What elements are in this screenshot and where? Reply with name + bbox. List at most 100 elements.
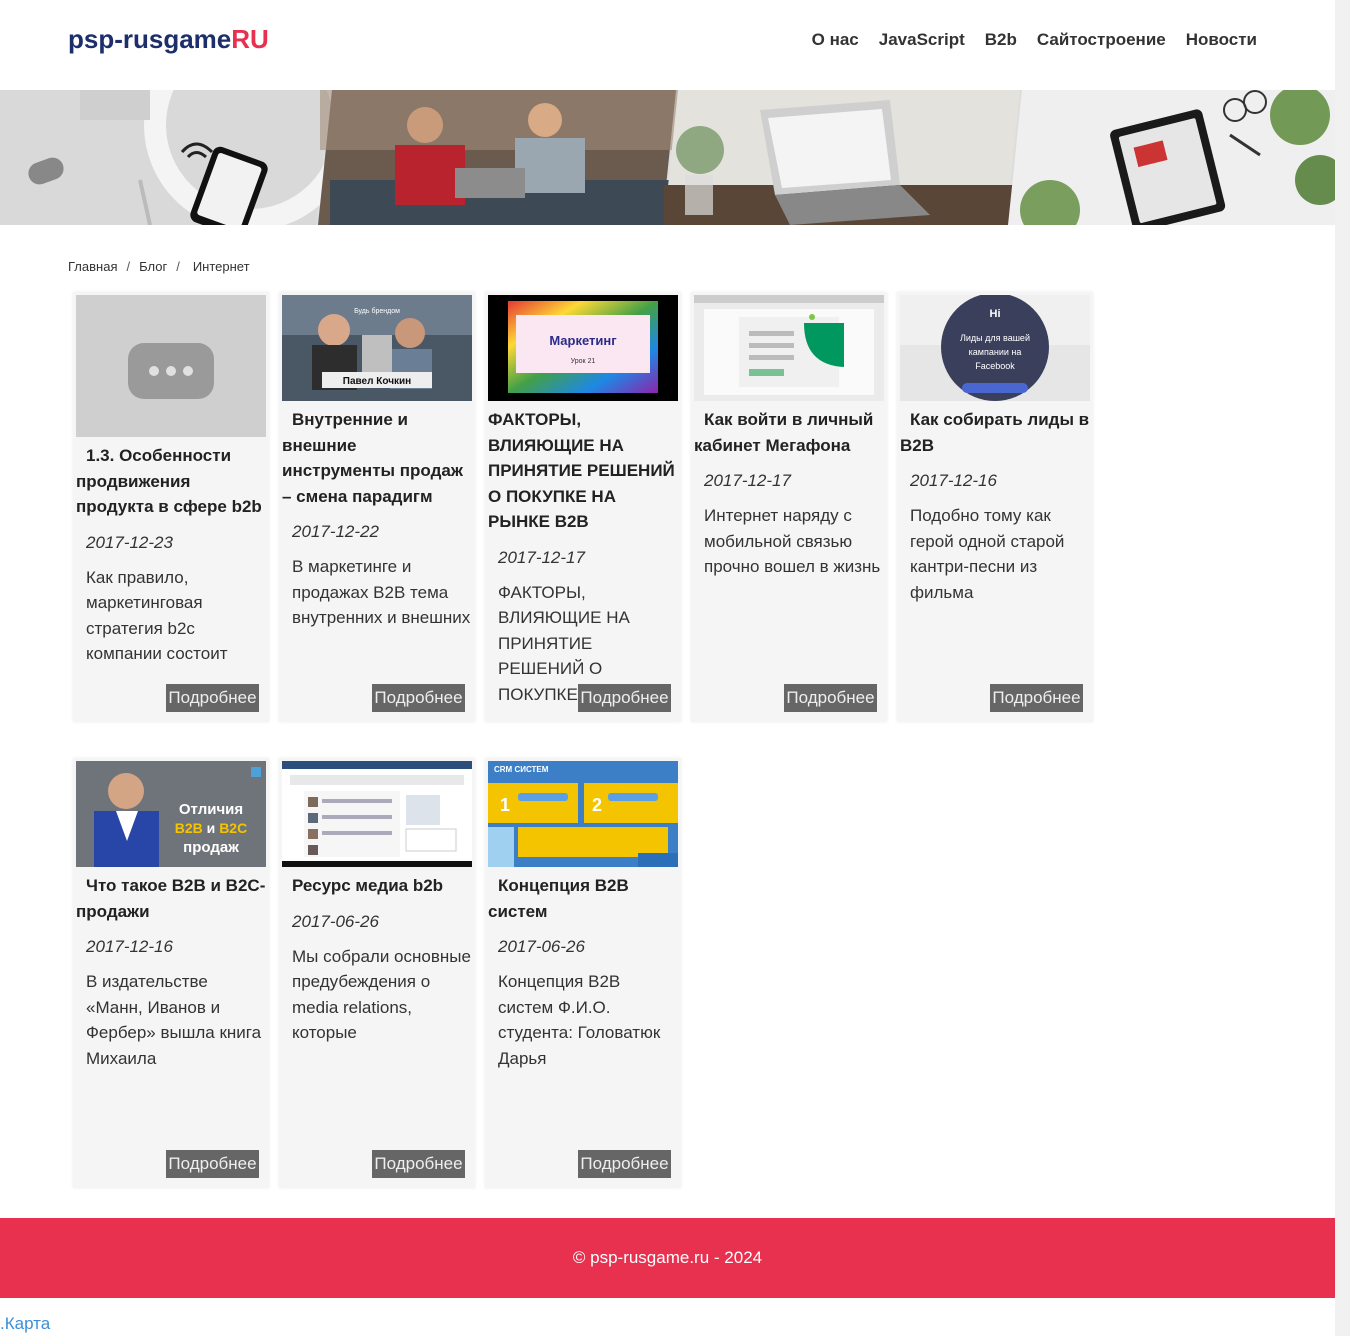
read-more-button[interactable]: Подробнее [372,1150,465,1178]
card-thumbnail[interactable]: Будь брендом Павел Кочкин [282,295,472,401]
main-nav: О нас JavaScript B2b Сайтостроение Новос… [812,30,1257,50]
card-thumbnail[interactable]: Hi Лиды для вашей кампании на Facebook [900,295,1090,401]
thumb-line: продаж [183,839,239,856]
card-excerpt: Интернет наряду с мобильной связью прочн… [704,506,881,576]
article-card: Hi Лиды для вашей кампании на Facebook К… [897,292,1093,722]
read-more-button[interactable]: Подробнее [166,1150,259,1178]
breadcrumb: Главная / Блог / Интернет [68,259,250,274]
card-title[interactable]: Как войти в личный кабинет Мегафона [694,407,884,458]
card-body: Как войти в личный кабинет Мегафона 2017… [694,407,884,682]
nav-item-about[interactable]: О нас [812,30,859,50]
thumb-number: 2 [592,795,602,815]
card-date: 2017-06-26 [498,937,585,956]
card-date: 2017-12-22 [292,522,379,541]
card-thumbnail[interactable] [694,295,884,401]
card-image: Hi Лиды для вашей кампании на Facebook [900,295,1090,401]
thumb-subtitle: Урок 21 [571,358,596,365]
read-more-button[interactable]: Подробнее [372,684,465,712]
breadcrumb-current: Интернет [192,259,250,274]
read-more-button[interactable]: Подробнее [990,684,1083,712]
thumb-title: Маркетинг [549,333,617,348]
nav-item-javascript[interactable]: JavaScript [879,30,965,50]
logo-main: psp-rusgame [68,24,232,54]
read-more-button[interactable]: Подробнее [166,684,259,712]
banner-image [0,90,1335,225]
nav-item-news[interactable]: Новости [1186,30,1257,50]
thumb-and: и [203,820,219,836]
card-image [694,295,884,401]
card-thumbnail[interactable] [76,295,266,437]
article-card: 1.3. Особенности продвижения продукта в … [73,292,269,722]
thumb-name: Павел Кочкин [343,376,411,387]
card-excerpt: Мы собрали основные предубеждения о medi… [292,946,471,1043]
card-body: 1.3. Особенности продвижения продукта в … [76,443,266,694]
card-excerpt: В маркетинге и продажах B2B тема внутрен… [292,557,471,627]
article-card: Как войти в личный кабинет Мегафона 2017… [691,292,887,722]
thumb-line: кампании на [969,347,1022,357]
article-card: Ресурс медиа b2b 2017-06-26 Мы собрали о… [279,758,475,1188]
thumb-line: Facebook [975,361,1015,371]
card-title[interactable]: Как собирать лиды в B2B [900,407,1090,458]
breadcrumb-blog[interactable]: Блог [139,259,167,274]
card-thumbnail[interactable]: Маркетинг Урок 21 [488,295,678,401]
thumb-number: 1 [500,795,510,815]
read-more-button[interactable]: Подробнее [578,684,671,712]
site-footer: © psp-rusgame.ru - 2024 [0,1218,1335,1298]
thumb-b2c: B2C [219,820,247,836]
svg-text:B2B и B2C: B2B и B2C [175,820,247,836]
card-thumbnail[interactable] [282,761,472,867]
hero-banner [0,90,1335,225]
card-date: 2017-12-16 [910,471,997,490]
card-title[interactable]: 1.3. Особенности продвижения продукта в … [76,443,266,520]
article-card: Маркетинг Урок 21 ФАКТОРЫ, ВЛИЯЮЩИЕ НА П… [485,292,681,722]
site-header: psp-rusgameRU О нас JavaScript B2b Сайто… [0,0,1335,90]
breadcrumb-home[interactable]: Главная [68,259,117,274]
page: psp-rusgameRU О нас JavaScript B2b Сайто… [0,0,1335,1336]
card-excerpt: Подобно тому как герой одной старой кант… [910,506,1065,602]
article-card: Будь брендом Павел Кочкин Внутренние и в… [279,292,475,722]
card-body: Ресурс медиа b2b 2017-06-26 Мы собрали о… [282,873,472,1148]
article-card: CRM СИСТЕМ 1 2 Концепция B2B систем 2017… [485,758,681,1188]
card-image: Отличия B2B и B2C продаж [76,761,266,867]
thumb-line: Лиды для вашей [960,333,1030,343]
card-excerpt: Концепция B2B систем Ф.И.О. студента: Го… [498,972,661,1068]
card-body: ФАКТОРЫ, ВЛИЯЮЩИЕ НА ПРИНЯТИЕ РЕШЕНИЙ О … [488,407,678,722]
card-image: Маркетинг Урок 21 [488,295,678,401]
read-more-button[interactable]: Подробнее [578,1150,671,1178]
card-excerpt: В издательстве «Манн, Иванов и Фербер» в… [86,972,262,1068]
card-body: Как собирать лиды в B2B 2017-12-16 Подоб… [900,407,1090,682]
card-image [282,761,472,867]
card-title[interactable]: Ресурс медиа b2b [282,873,472,899]
read-more-button[interactable]: Подробнее [784,684,877,712]
article-card: Отличия B2B и B2C продаж Что такое B2B и… [73,758,269,1188]
site-logo[interactable]: psp-rusgameRU [68,24,269,55]
card-image: Будь брендом Павел Кочкин [282,295,472,401]
logo-suffix: RU [231,24,269,54]
card-date: 2017-06-26 [292,911,379,931]
card-title[interactable]: ФАКТОРЫ, ВЛИЯЮЩИЕ НА ПРИНЯТИЕ РЕШЕНИЙ О … [488,407,678,535]
card-date: 2017-12-23 [86,532,173,552]
thumb-line: Отличия [179,801,243,818]
thumb-heading: CRM СИСТЕМ [494,765,549,774]
thumb-caption: Будь брендом [354,307,400,315]
card-image: CRM СИСТЕМ 1 2 [488,761,678,867]
nav-item-b2b[interactable]: B2b [985,30,1017,50]
page-scrollbar[interactable] [1335,0,1350,1336]
card-date: 2017-12-17 [498,547,585,567]
placeholder-image [76,295,266,437]
card-title[interactable]: Внутренние и внешние инструменты продаж … [282,407,472,509]
card-date: 2017-12-17 [704,471,791,490]
copyright-text: © psp-rusgame.ru - 2024 [572,1248,763,1267]
card-excerpt: Как правило, маркетинговая стратегия b2c… [86,567,228,664]
card-title[interactable]: Концепция B2B систем [488,873,678,924]
card-title[interactable]: Что такое B2B и B2C-продажи [76,873,266,924]
thumb-logo: Hi [990,308,1001,320]
sitemap-link[interactable]: .Карта [0,1314,50,1334]
breadcrumb-separator: / [176,259,180,274]
card-body: Концепция B2B систем 2017-06-26 Концепци… [488,873,678,1148]
nav-item-site-building[interactable]: Сайтостроение [1037,30,1166,50]
breadcrumb-separator: / [126,259,131,274]
card-thumbnail[interactable]: Отличия B2B и B2C продаж [76,761,266,867]
card-body: Что такое B2B и B2C-продажи 2017-12-16 В… [76,873,266,1148]
card-thumbnail[interactable]: CRM СИСТЕМ 1 2 [488,761,678,867]
